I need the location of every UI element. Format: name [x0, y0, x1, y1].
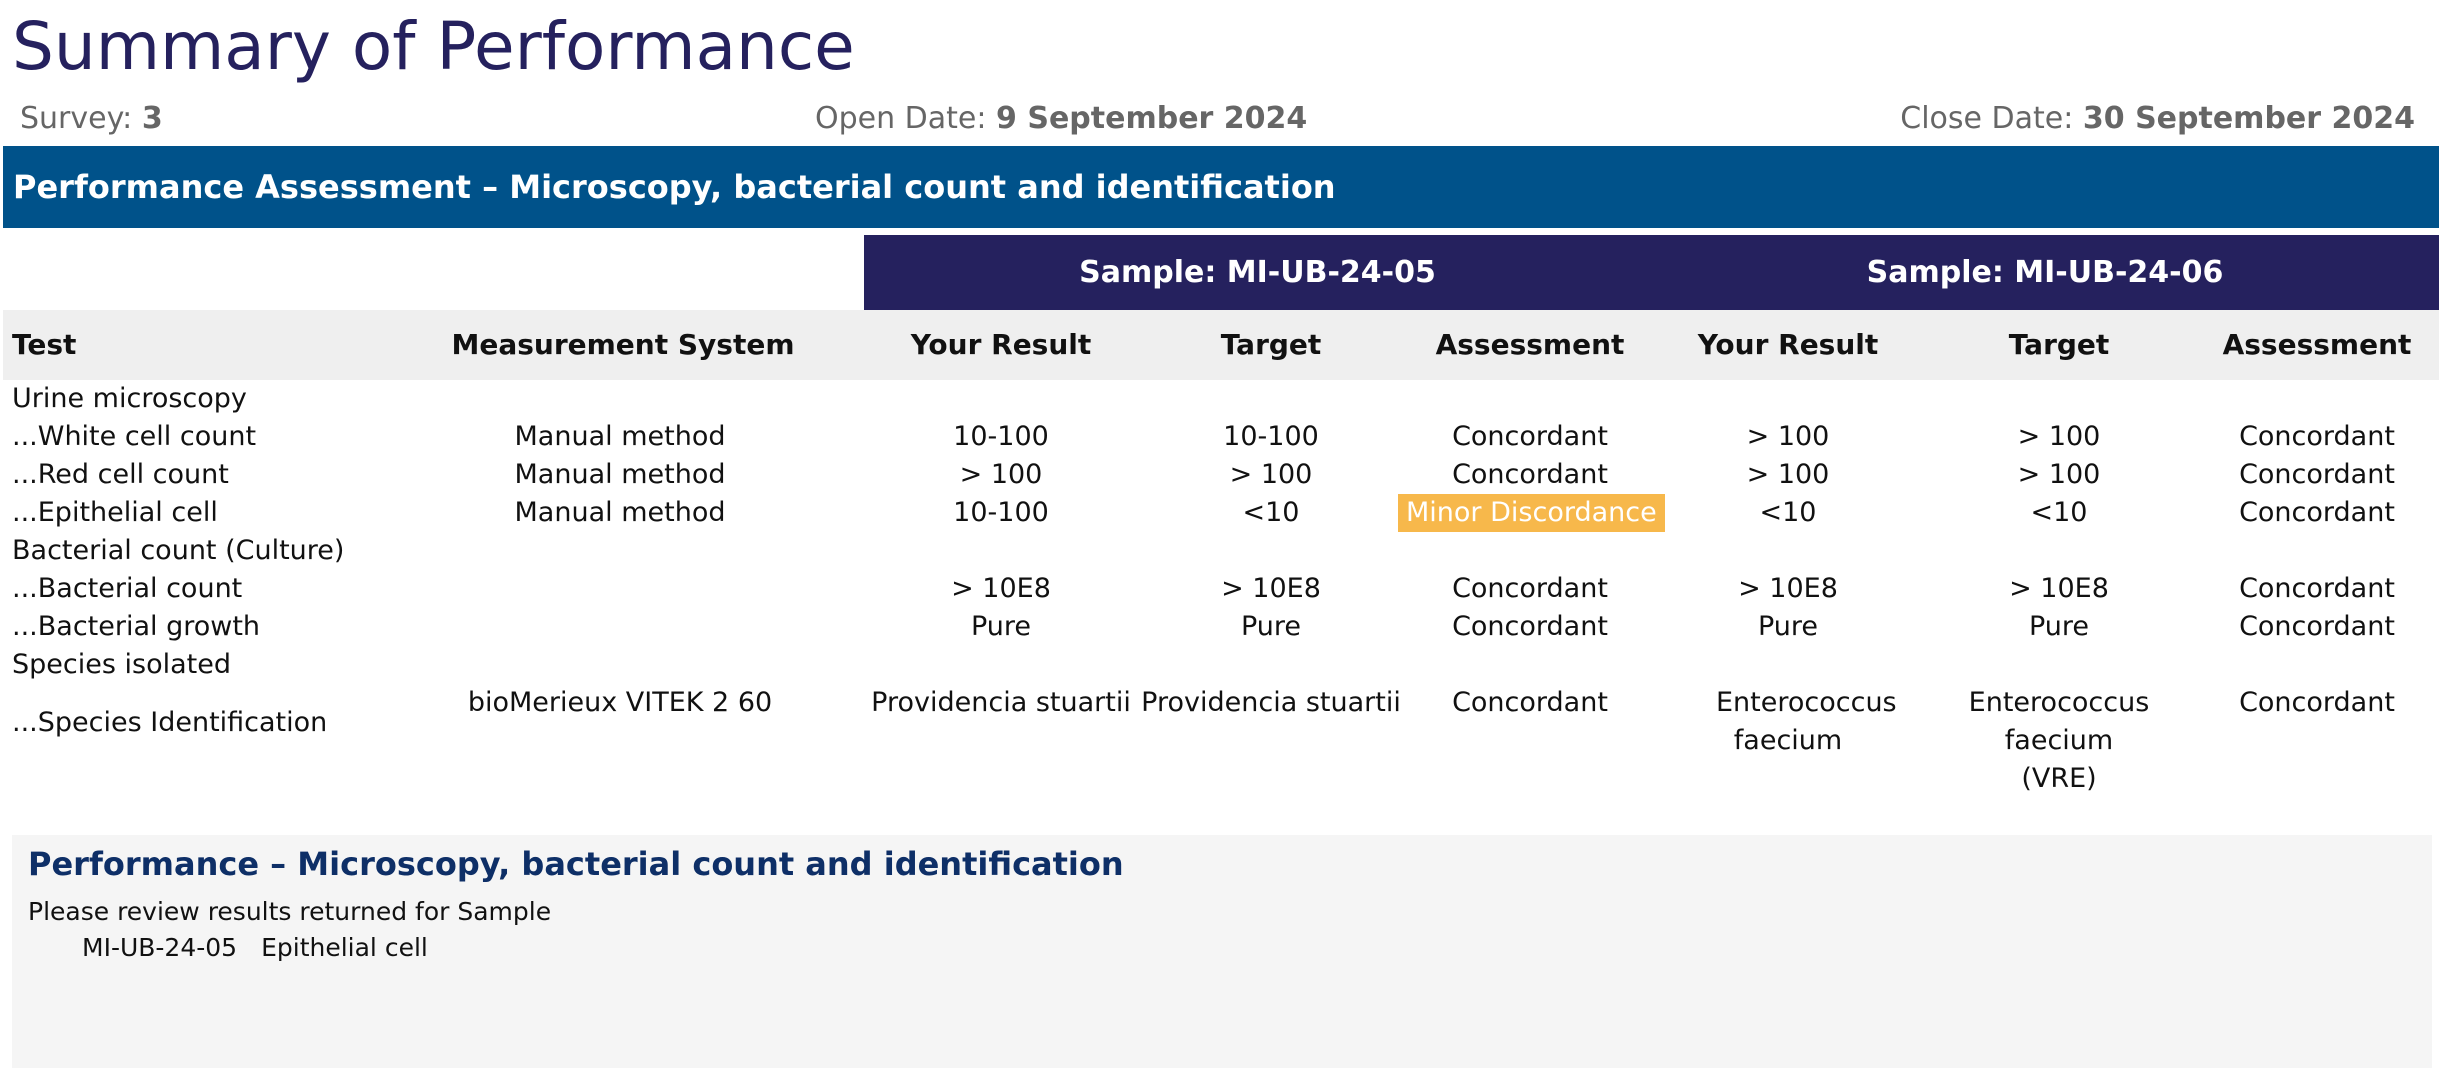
row-test: Urine microscopy	[12, 383, 247, 414]
row-system: Manual method	[514, 459, 726, 490]
survey-value: 3	[141, 101, 163, 136]
table-row: ...White cell count Manual method 10-100…	[0, 418, 2439, 456]
row-result-2: > 100	[1746, 459, 1830, 490]
col-assessment-1: Assessment	[1435, 328, 1625, 361]
table-row: ...Bacterial count > 10E8 > 10E8 Concord…	[0, 570, 2439, 608]
row-assessment-2: Concordant	[2239, 459, 2395, 490]
sample-2-header: Sample: MI-UB-24-06	[1866, 255, 2224, 290]
row-result-1: 10-100	[953, 421, 1049, 452]
row-assessment-2: Concordant	[2239, 497, 2395, 528]
table-row: Species isolated	[0, 646, 2439, 684]
row-result-2: > 10E8	[1738, 573, 1838, 604]
col-your-result-1: Your Result	[910, 328, 1092, 361]
col-measurement-system: Measurement System	[451, 328, 795, 361]
row-result-2: <10	[1759, 497, 1817, 528]
page-title: Summary of Performance	[12, 8, 855, 85]
column-header-row: Test Measurement System Your Result Targ…	[3, 310, 2439, 380]
row-assessment-1: Concordant	[1452, 687, 1608, 718]
row-target-1: > 100	[1229, 459, 1313, 490]
row-test: Bacterial count (Culture)	[12, 535, 345, 566]
row-system: bioMerieux VITEK 2 60	[467, 687, 773, 718]
row-assessment-2: Concordant	[2239, 421, 2395, 452]
row-result-2: Enterococcus faecium	[1716, 687, 1897, 756]
row-assessment-1: Minor Discordance	[1398, 494, 1665, 532]
row-result-1: Pure	[970, 611, 1032, 642]
performance-summary-panel: Performance – Microscopy, bacterial coun…	[12, 835, 2432, 1068]
col-your-result-2: Your Result	[1697, 328, 1879, 361]
row-assessment-2: Concordant	[2239, 687, 2395, 718]
row-assessment-1: Concordant	[1452, 459, 1608, 490]
col-target-1: Target	[1220, 328, 1322, 361]
row-target-1: Pure	[1240, 611, 1302, 642]
performance-title: Performance – Microscopy, bacterial coun…	[28, 845, 1124, 883]
table-row: ...Red cell count Manual method > 100 > …	[0, 456, 2439, 494]
row-result-1: > 100	[959, 459, 1043, 490]
row-test: ...Species Identification	[12, 707, 328, 738]
close-date-value: 30 September 2024	[2082, 101, 2415, 136]
row-target-1: Providencia stuartii	[1141, 687, 1401, 718]
open-date-value: 9 September 2024	[996, 101, 1308, 136]
row-system: Manual method	[514, 497, 726, 528]
row-result-2: > 100	[1746, 421, 1830, 452]
survey-info: Survey: 3	[20, 101, 163, 136]
table-row: Bacterial count (Culture)	[0, 532, 2439, 570]
row-target-2: > 10E8	[2009, 573, 2109, 604]
row-target-2: Enterococcus faecium (VRE)	[1968, 687, 2150, 794]
performance-detail: MI-UB-24-05 Epithelial cell	[82, 933, 428, 962]
close-date-info: Close Date: 30 September 2024	[1900, 101, 2415, 136]
table-row: ...Bacterial growth Pure Pure Concordant…	[0, 608, 2439, 646]
row-result-1: 10-100	[953, 497, 1049, 528]
row-target-2: > 100	[2017, 421, 2101, 452]
row-result-1: > 10E8	[951, 573, 1051, 604]
col-assessment-2: Assessment	[2222, 328, 2412, 361]
section-banner: Performance Assessment – Microscopy, bac…	[3, 146, 2439, 228]
results-table: Urine microscopy ...White cell count Man…	[0, 380, 2439, 794]
survey-label: Survey:	[20, 101, 133, 136]
row-test: ...Red cell count	[12, 459, 229, 490]
performance-analyte: Epithelial cell	[261, 933, 428, 962]
sample-header-bar: Sample: MI-UB-24-05 Sample: MI-UB-24-06	[864, 235, 2439, 310]
row-target-2: > 100	[2017, 459, 2101, 490]
open-date-label: Open Date:	[815, 101, 987, 136]
row-test: Species isolated	[12, 649, 231, 680]
open-date-info: Open Date: 9 September 2024	[815, 101, 1307, 136]
row-target-1: 10-100	[1223, 421, 1319, 452]
close-date-label: Close Date:	[1900, 101, 2074, 136]
row-test: ...Epithelial cell	[12, 497, 218, 528]
table-row: Urine microscopy	[0, 380, 2439, 418]
row-test: ...Bacterial count	[12, 573, 243, 604]
row-assessment-2: Concordant	[2239, 573, 2395, 604]
performance-sample: MI-UB-24-05	[82, 933, 238, 962]
row-target-1: <10	[1242, 497, 1300, 528]
sample-1-header: Sample: MI-UB-24-05	[1079, 255, 1436, 290]
row-result-2: Pure	[1757, 611, 1819, 642]
row-target-2: <10	[2030, 497, 2088, 528]
row-test: ...White cell count	[12, 421, 257, 452]
row-system: Manual method	[514, 421, 726, 452]
table-row: ...Epithelial cell Manual method 10-100 …	[0, 494, 2439, 532]
row-assessment-1: Concordant	[1452, 611, 1608, 642]
performance-message: Please review results returned for Sampl…	[28, 897, 552, 926]
row-assessment-1: Concordant	[1452, 573, 1608, 604]
row-assessment-2: Concordant	[2239, 611, 2395, 642]
row-assessment-1: Concordant	[1452, 421, 1608, 452]
col-target-2: Target	[2008, 328, 2110, 361]
table-row: ...Species Identification bioMerieux VIT…	[0, 684, 2439, 794]
row-target-2: Pure	[2028, 611, 2090, 642]
minor-discordance-badge: Minor Discordance	[1398, 494, 1665, 532]
col-test: Test	[12, 328, 77, 361]
row-target-1: > 10E8	[1221, 573, 1321, 604]
row-result-1: Providencia stuartii	[871, 687, 1131, 718]
row-test: ...Bacterial growth	[12, 611, 261, 642]
